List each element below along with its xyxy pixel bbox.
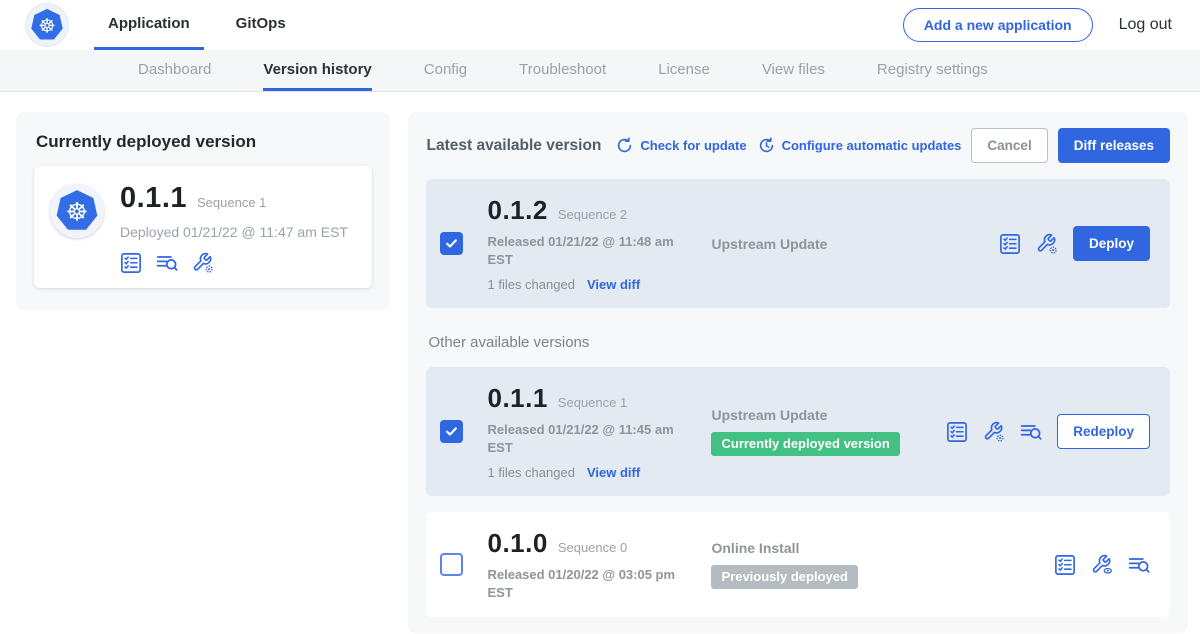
edit-config-icon[interactable] xyxy=(983,421,1005,443)
tab-registry-settings[interactable]: Registry settings xyxy=(877,50,988,91)
main-content: Currently deployed version 0.1.1 Sequenc… xyxy=(0,92,1200,633)
currently-deployed-badge: Currently deployed version xyxy=(711,432,899,456)
version-actions xyxy=(1054,554,1156,576)
logout-link[interactable]: Log out xyxy=(1119,16,1172,34)
version-row-0-1-0: 0.1.0 Sequence 0 Released 01/20/22 @ 03:… xyxy=(426,512,1170,617)
tab-view-files[interactable]: View files xyxy=(762,50,825,91)
app-logo xyxy=(50,184,104,238)
tab-application[interactable]: Application xyxy=(94,0,204,50)
version-actions: Redeploy xyxy=(946,414,1156,449)
refresh-icon xyxy=(615,136,634,155)
kubernetes-logo[interactable] xyxy=(26,4,68,46)
version-row-0-1-2: 0.1.2 Sequence 2 Released 01/21/22 @ 11:… xyxy=(426,179,1170,308)
configure-automatic-updates-label: Configure automatic updates xyxy=(782,138,962,153)
clock-refresh-icon xyxy=(757,136,776,155)
currently-deployed-card: Currently deployed version 0.1.1 Sequenc… xyxy=(16,112,390,310)
files-changed-label: 1 files changed xyxy=(487,465,574,480)
tab-config[interactable]: Config xyxy=(424,50,467,91)
panel-header: Latest available version Check for updat… xyxy=(426,128,1170,163)
preflight-checks-icon[interactable] xyxy=(120,252,142,274)
version-number: 0.1.2 xyxy=(487,195,547,226)
deploy-logs-icon[interactable] xyxy=(1128,554,1150,576)
preflight-checks-icon[interactable] xyxy=(1054,554,1076,576)
top-nav: Application GitOps Add a new application… xyxy=(0,0,1200,50)
kubernetes-wheel-icon xyxy=(30,8,64,42)
checkmark-icon xyxy=(444,236,459,251)
version-checkbox[interactable] xyxy=(440,553,463,576)
other-versions-title: Other available versions xyxy=(428,334,1168,351)
tab-dashboard[interactable]: Dashboard xyxy=(138,50,211,91)
kubernetes-wheel-icon xyxy=(55,189,99,233)
source-label: Online Install xyxy=(711,540,1042,556)
version-number: 0.1.1 xyxy=(487,383,547,414)
cancel-button[interactable]: Cancel xyxy=(971,128,1047,163)
deployed-card-title: Currently deployed version xyxy=(36,132,372,152)
deployed-sequence-label: Sequence 1 xyxy=(197,195,266,210)
checkmark-icon xyxy=(444,424,459,439)
configure-automatic-updates-link[interactable]: Configure automatic updates xyxy=(757,136,962,155)
deploy-logs-icon[interactable] xyxy=(156,252,178,274)
view-config-icon[interactable] xyxy=(1091,554,1113,576)
preflight-checks-icon[interactable] xyxy=(946,421,968,443)
app-sub-nav: Dashboard Version history Config Trouble… xyxy=(0,50,1200,92)
main-nav-tabs: Application GitOps xyxy=(94,0,318,50)
files-changed-label: 1 files changed xyxy=(487,277,574,292)
sequence-label: Sequence 1 xyxy=(558,395,627,410)
edit-config-icon[interactable] xyxy=(192,252,214,274)
topnav-right: Add a new application Log out xyxy=(903,8,1172,42)
version-source: Upstream Update xyxy=(699,236,987,252)
view-diff-link[interactable]: View diff xyxy=(587,465,640,480)
deploy-logs-icon[interactable] xyxy=(1020,421,1042,443)
version-checkbox[interactable] xyxy=(440,232,463,255)
previously-deployed-badge: Previously deployed xyxy=(711,565,857,589)
tab-version-history[interactable]: Version history xyxy=(263,50,371,91)
version-actions: Deploy xyxy=(999,226,1156,261)
source-label: Upstream Update xyxy=(711,407,934,423)
deployed-timestamp: Deployed 01/21/22 @ 11:47 am EST xyxy=(120,224,348,240)
latest-available-title: Latest available version xyxy=(426,137,601,155)
deployed-version-card: 0.1.1 Sequence 1 Deployed 01/21/22 @ 11:… xyxy=(34,166,372,288)
diff-releases-button[interactable]: Diff releases xyxy=(1058,128,1170,163)
released-timestamp: Released 01/21/22 @ 11:45 am EST xyxy=(487,421,685,456)
version-row-0-1-1: 0.1.1 Sequence 1 Released 01/21/22 @ 11:… xyxy=(426,367,1170,496)
view-diff-link[interactable]: View diff xyxy=(587,277,640,292)
edit-config-icon[interactable] xyxy=(1036,233,1058,255)
deployed-version-number: 0.1.1 xyxy=(120,182,187,215)
version-source: Upstream Update Currently deployed versi… xyxy=(699,407,934,456)
tab-license[interactable]: License xyxy=(658,50,710,91)
tab-gitops[interactable]: GitOps xyxy=(222,0,300,50)
version-info: 0.1.2 Sequence 2 Released 01/21/22 @ 11:… xyxy=(475,195,687,292)
tab-troubleshoot[interactable]: Troubleshoot xyxy=(519,50,606,91)
sequence-label: Sequence 2 xyxy=(558,207,627,222)
version-number: 0.1.0 xyxy=(487,528,547,559)
released-timestamp: Released 01/21/22 @ 11:48 am EST xyxy=(487,233,685,268)
deploy-button[interactable]: Deploy xyxy=(1073,226,1150,261)
check-for-update-label: Check for update xyxy=(640,138,746,153)
preflight-checks-icon[interactable] xyxy=(999,233,1021,255)
released-timestamp: Released 01/20/22 @ 03:05 pm EST xyxy=(487,566,685,601)
add-new-application-button[interactable]: Add a new application xyxy=(903,8,1093,42)
version-source: Online Install Previously deployed xyxy=(699,540,1042,589)
version-info: 0.1.1 Sequence 1 Released 01/21/22 @ 11:… xyxy=(475,383,687,480)
check-for-update-link[interactable]: Check for update xyxy=(615,136,746,155)
sequence-label: Sequence 0 xyxy=(558,540,627,555)
available-versions-panel: Latest available version Check for updat… xyxy=(408,112,1188,633)
version-checkbox[interactable] xyxy=(440,420,463,443)
version-info: 0.1.0 Sequence 0 Released 01/20/22 @ 03:… xyxy=(475,528,687,601)
redeploy-button[interactable]: Redeploy xyxy=(1057,414,1150,449)
source-label: Upstream Update xyxy=(711,236,987,252)
